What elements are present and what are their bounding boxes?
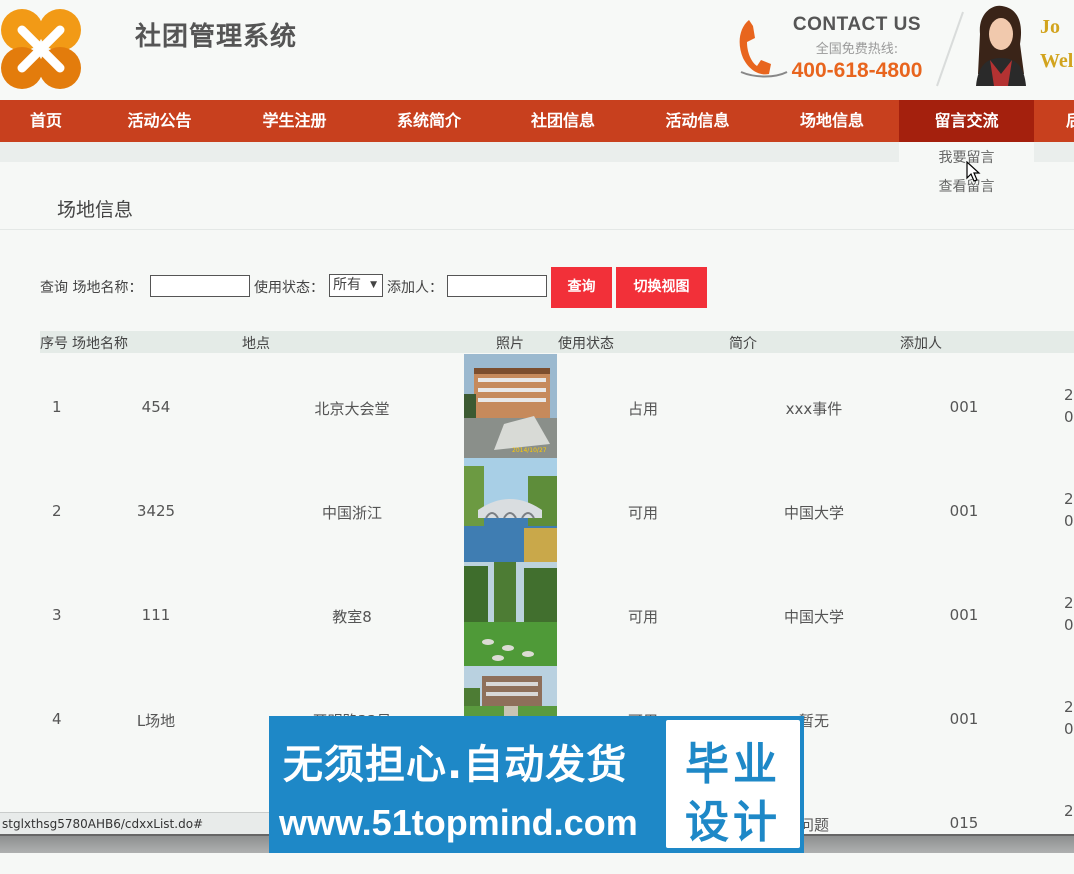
cell-date-line-2: 0 — [1064, 720, 1074, 738]
adder-input[interactable] — [447, 275, 547, 297]
cell-adder: 015 — [949, 814, 979, 832]
cell-date-line-2: 0 — [1064, 408, 1074, 426]
cell-status: 占用 — [627, 400, 658, 418]
cell-location: 北京大会堂 — [314, 400, 390, 418]
cell-date: 2 0 — [1064, 592, 1074, 636]
status-select-value: 所有 — [333, 277, 361, 293]
status-select[interactable]: 所有 ▼ — [329, 274, 383, 297]
cell-no: 3 — [52, 606, 62, 624]
logo-icon — [1, 9, 81, 89]
column-header-intro: 简介 — [729, 336, 757, 352]
watermark-badge-line-1: 毕业 — [685, 739, 781, 790]
cell-status: 可用 — [627, 608, 658, 626]
nav-item-activity-info[interactable]: 活动信息 — [630, 100, 765, 142]
cell-intro: xxx事件 — [785, 400, 843, 418]
page-title: 场地信息 — [57, 199, 134, 221]
table-row: 2 3425 中国浙江 可用 中国大学 001 2 0 — [0, 458, 1074, 562]
cell-date: 2 — [1064, 800, 1074, 822]
nav-item-system-intro[interactable]: 系统简介 — [362, 100, 496, 142]
nav-item-more[interactable]: 后 — [1034, 100, 1074, 142]
cell-adder: 001 — [949, 502, 979, 520]
watermark-badge-line-2: 设计 — [685, 797, 781, 848]
nav-item-venue-info[interactable]: 场地信息 — [765, 100, 899, 142]
table-row: 1 454 北京大会堂 2014/10/27 占用 xxx事件 001 2 0 — [0, 354, 1074, 458]
table-header: 序号 场地名称 地点 照片 使用状态 简介 添加人 — [40, 331, 1074, 353]
column-header-status: 使用状态 — [558, 336, 614, 352]
watermark-url: www.51topmind.com — [279, 802, 638, 843]
cell-adder: 001 — [949, 398, 979, 416]
cell-no: 2 — [52, 502, 62, 520]
cell-adder: 001 — [949, 606, 979, 624]
cell-date-line-2: 0 — [1064, 512, 1074, 530]
cell-name: 454 — [141, 398, 171, 416]
status-label: 使用状态： — [254, 280, 324, 296]
cell-intro: 中国大学 — [783, 504, 844, 522]
nav-item-home[interactable]: 首页 — [0, 100, 92, 142]
cell-date-line-1: 2 — [1064, 802, 1074, 820]
cell-date-line-2: 0 — [1064, 616, 1074, 634]
nav-item-messages[interactable]: 留言交流 — [899, 100, 1034, 142]
photo-date-stamp: 2014/10/27 — [512, 447, 547, 454]
watermark-banner: 无须担心.自动发货 www.51topmind.com 毕业 设计 — [269, 716, 804, 853]
main-nav: 首页 活动公告 学生注册 系统简介 社团信息 活动信息 场地信息 留言交流 后 — [0, 100, 1074, 142]
cell-date-line-1: 2 — [1064, 490, 1074, 508]
divider-icon — [936, 11, 964, 87]
venue-photo — [464, 458, 557, 562]
venue-photo: 2014/10/27 — [464, 354, 557, 458]
adder-label: 添加人： — [387, 280, 443, 296]
cell-date-line-1: 2 — [1064, 698, 1074, 716]
cell-no: 1 — [52, 398, 62, 416]
venue-photo — [464, 562, 557, 666]
hotline-label: 全国免费热线: — [815, 42, 899, 57]
column-header-name: 场地名称 — [72, 336, 128, 352]
cell-adder: 001 — [949, 710, 979, 728]
watermark-slogan: 无须担心.自动发货 — [283, 742, 628, 788]
cell-name: 111 — [141, 606, 171, 624]
cell-name: L场地 — [136, 712, 176, 730]
cell-date-line-1: 2 — [1064, 594, 1074, 612]
venue-name-label: 查询 场地名称： — [40, 280, 143, 296]
cell-date-line-1: 2 — [1064, 386, 1074, 404]
column-header-adder: 添加人 — [900, 336, 942, 352]
nav-item-announcements[interactable]: 活动公告 — [92, 100, 227, 142]
cell-status: 可用 — [627, 504, 658, 522]
hotline-number: 400-618-4800 — [791, 59, 923, 82]
site-title: 社团管理系统 — [135, 22, 298, 52]
column-header-location: 地点 — [242, 336, 270, 352]
mouse-cursor-icon — [966, 161, 981, 182]
cell-date: 2 0 — [1064, 696, 1074, 740]
cell-no: 4 — [52, 710, 62, 728]
browser-status-bar: stglxthsg5780AHB6/cdxxList.do# — [0, 812, 278, 834]
welcome-text: Jo Wel — [1040, 10, 1073, 78]
cell-location: 教室8 — [332, 608, 372, 626]
cell-date: 2 0 — [1064, 488, 1074, 532]
welcome-line-2: Wel — [1040, 50, 1074, 72]
cell-name: 3425 — [136, 502, 176, 520]
column-header-no: 序号 — [40, 336, 68, 352]
column-header-photo: 照片 — [496, 336, 524, 352]
venue-name-input[interactable] — [150, 275, 250, 297]
phone-icon — [739, 20, 788, 78]
avatar — [972, 4, 1030, 86]
cell-location: 中国浙江 — [321, 504, 382, 522]
welcome-line-1: Jo — [1040, 16, 1060, 38]
nav-item-student-register[interactable]: 学生注册 — [227, 100, 362, 142]
watermark-badge: 毕业 设计 — [666, 720, 800, 848]
top-header: 社团管理系统 CONTACT US 全国免费热线: 400-618-4800 J… — [0, 0, 1074, 100]
title-divider — [0, 229, 1074, 230]
cell-date: 2 0 — [1064, 384, 1074, 428]
contact-title: CONTACT US — [792, 14, 922, 35]
dropdown-arrow-icon: ▼ — [370, 280, 377, 290]
query-button[interactable]: 查询 — [551, 267, 612, 308]
cell-intro: 中国大学 — [783, 608, 844, 626]
table-row: 3 111 教室8 可用 中国大学 001 2 0 — [0, 562, 1074, 666]
nav-item-club-info[interactable]: 社团信息 — [496, 100, 630, 142]
contact-block: CONTACT US 全国免费热线: 400-618-4800 — [790, 14, 924, 83]
toggle-view-button[interactable]: 切换视图 — [616, 267, 707, 308]
